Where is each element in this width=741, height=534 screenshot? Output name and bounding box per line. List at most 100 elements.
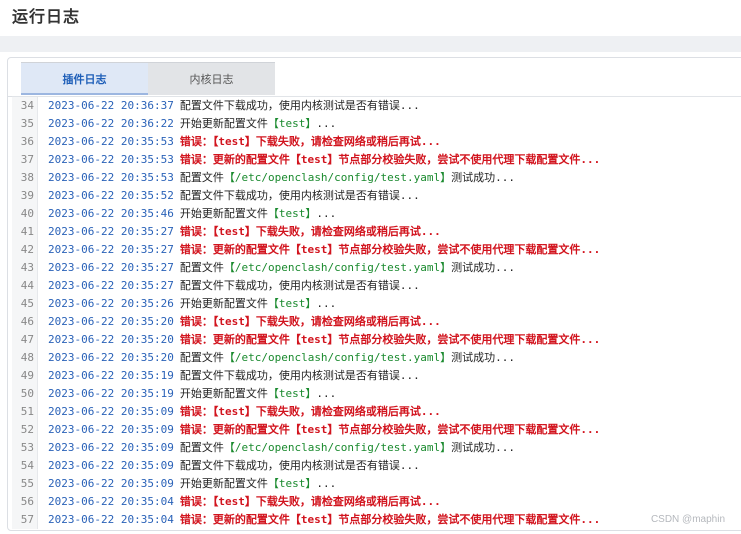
log-line: 35 2023-06-22 20:36:22 开始更新配置文件【test】... <box>12 115 741 133</box>
log-content: 2023-06-22 20:36:37 配置文件下载成功，使用内核测试是否有错误.… <box>48 97 420 115</box>
log-content: 2023-06-22 20:35:09 错误：【test】下载失败，请检查网络或稍… <box>48 403 441 421</box>
log-error-message: 错误：【test】下载失败，请检查网络或稍后再试... <box>179 495 441 508</box>
log-timestamp: 2023-06-22 20:35:09 <box>48 405 174 418</box>
log-timestamp: 2023-06-22 20:35:19 <box>48 387 174 400</box>
log-error-message: 错误：【test】下载失败，请检查网络或稍后再试... <box>179 405 441 418</box>
log-message: 配置文件下载成功，使用内核测试是否有错误... <box>179 369 420 382</box>
log-content: 2023-06-22 20:35:09 配置文件【/etc/openclash/c… <box>48 439 515 457</box>
line-number: 53 <box>12 439 38 457</box>
log-content: 2023-06-22 20:35:20 配置文件【/etc/openclash/c… <box>48 349 515 367</box>
log-error-message: 错误：更新的配置文件【test】节点部分校验失败，尝试不使用代理下载配置文件..… <box>179 423 601 436</box>
log-content: 2023-06-22 20:35:46 开始更新配置文件【test】... <box>48 205 336 223</box>
log-line: 46 2023-06-22 20:35:20 错误：【test】下载失败，请检查网络… <box>12 313 741 331</box>
log-line: 55 2023-06-22 20:35:09 开始更新配置文件【test】... <box>12 475 741 493</box>
log-timestamp: 2023-06-22 20:35:53 <box>48 135 174 148</box>
log-line: 47 2023-06-22 20:35:20 错误：更新的配置文件【test】节点部… <box>12 331 741 349</box>
log-timestamp: 2023-06-22 20:35:09 <box>48 477 174 490</box>
tab-plugin-log[interactable]: 插件日志 <box>21 62 148 95</box>
log-line: 56 2023-06-22 20:35:04 错误：【test】下载失败，请检查网络… <box>12 493 741 511</box>
line-number: 37 <box>12 151 38 169</box>
line-number: 48 <box>12 349 38 367</box>
log-message: 开始更新配置文件【test】... <box>179 477 337 490</box>
log-content: 2023-06-22 20:36:22 开始更新配置文件【test】... <box>48 115 336 133</box>
log-line: 44 2023-06-22 20:35:27 配置文件下载成功，使用内核测试是否有错… <box>12 277 741 295</box>
page-title: 运行日志 <box>12 7 81 26</box>
line-number: 51 <box>12 403 38 421</box>
line-number: 49 <box>12 367 38 385</box>
log-timestamp: 2023-06-22 20:35:27 <box>48 243 174 256</box>
log-content: 2023-06-22 20:35:09 错误：更新的配置文件【test】节点部分校… <box>48 421 600 439</box>
log-message: 配置文件下载成功，使用内核测试是否有错误... <box>179 459 420 472</box>
log-line: 43 2023-06-22 20:35:27 配置文件【/etc/openclash… <box>12 259 741 277</box>
log-error-message: 错误：【test】下载失败，请检查网络或稍后再试... <box>179 135 441 148</box>
log-message: 配置文件【/etc/openclash/config/test.yaml】测试成… <box>179 351 516 364</box>
log-timestamp: 2023-06-22 20:35:26 <box>48 297 174 310</box>
log-content: 2023-06-22 20:35:26 开始更新配置文件【test】... <box>48 295 336 313</box>
log-message: 开始更新配置文件【test】... <box>179 387 337 400</box>
log-content: 2023-06-22 20:35:27 错误：更新的配置文件【test】节点部分校… <box>48 241 600 259</box>
highlighted-token: 【test】 <box>267 387 317 400</box>
log-content: 2023-06-22 20:35:04 错误：更新的配置文件【test】节点部分校… <box>48 511 600 529</box>
log-content: 2023-06-22 20:35:53 配置文件【/etc/openclash/c… <box>48 169 515 187</box>
log-timestamp: 2023-06-22 20:35:53 <box>48 153 174 166</box>
log-timestamp: 2023-06-22 20:35:04 <box>48 513 174 526</box>
log-viewer[interactable]: 34 2023-06-22 20:36:37 配置文件下载成功，使用内核测试是否有错… <box>12 96 741 529</box>
log-message: 配置文件【/etc/openclash/config/test.yaml】测试成… <box>179 261 516 274</box>
log-error-message: 错误：【test】下载失败，请检查网络或稍后再试... <box>179 225 441 238</box>
log-line: 49 2023-06-22 20:35:19 配置文件下载成功，使用内核测试是否有错… <box>12 367 741 385</box>
highlighted-token: 【test】 <box>267 477 317 490</box>
log-line: 57 2023-06-22 20:35:04 错误：更新的配置文件【test】节点部… <box>12 511 741 529</box>
log-content: 2023-06-22 20:35:09 开始更新配置文件【test】... <box>48 475 336 493</box>
line-number: 52 <box>12 421 38 439</box>
log-content: 2023-06-22 20:35:27 配置文件下载成功，使用内核测试是否有错误.… <box>48 277 420 295</box>
log-content: 2023-06-22 20:35:52 配置文件下载成功，使用内核测试是否有错误.… <box>48 187 420 205</box>
log-timestamp: 2023-06-22 20:35:19 <box>48 369 174 382</box>
log-timestamp: 2023-06-22 20:35:20 <box>48 351 174 364</box>
line-number: 40 <box>12 205 38 223</box>
log-line: 34 2023-06-22 20:36:37 配置文件下载成功，使用内核测试是否有错… <box>12 97 741 115</box>
highlighted-token: 【/etc/openclash/config/test.yaml】 <box>223 441 452 454</box>
log-content: 2023-06-22 20:35:27 配置文件【/etc/openclash/c… <box>48 259 515 277</box>
log-line: 53 2023-06-22 20:35:09 配置文件【/etc/openclash… <box>12 439 741 457</box>
log-line: 40 2023-06-22 20:35:46 开始更新配置文件【test】... <box>12 205 741 223</box>
log-content: 2023-06-22 20:35:09 配置文件下载成功，使用内核测试是否有错误.… <box>48 457 420 475</box>
log-timestamp: 2023-06-22 20:35:52 <box>48 189 174 202</box>
log-line: 52 2023-06-22 20:35:09 错误：更新的配置文件【test】节点部… <box>12 421 741 439</box>
log-line: 39 2023-06-22 20:35:52 配置文件下载成功，使用内核测试是否有错… <box>12 187 741 205</box>
line-number: 45 <box>12 295 38 313</box>
line-number: 57 <box>12 511 38 529</box>
log-panel: 插件日志 内核日志 34 2023-06-22 20:36:37 配置文件下载成功，… <box>7 57 741 531</box>
log-content: 2023-06-22 20:35:04 错误：【test】下载失败，请检查网络或稍… <box>48 493 441 511</box>
log-line: 45 2023-06-22 20:35:26 开始更新配置文件【test】... <box>12 295 741 313</box>
log-message: 开始更新配置文件【test】... <box>179 117 337 130</box>
header-separator <box>0 36 741 52</box>
highlighted-token: 【test】 <box>267 297 317 310</box>
highlighted-token: 【/etc/openclash/config/test.yaml】 <box>223 171 452 184</box>
log-message: 配置文件下载成功，使用内核测试是否有错误... <box>179 279 420 292</box>
log-message: 配置文件下载成功，使用内核测试是否有错误... <box>179 189 420 202</box>
log-message: 配置文件【/etc/openclash/config/test.yaml】测试成… <box>179 441 516 454</box>
log-content: 2023-06-22 20:35:19 开始更新配置文件【test】... <box>48 385 336 403</box>
log-timestamp: 2023-06-22 20:35:27 <box>48 279 174 292</box>
log-line: 54 2023-06-22 20:35:09 配置文件下载成功，使用内核测试是否有错… <box>12 457 741 475</box>
line-number: 38 <box>12 169 38 187</box>
log-message: 开始更新配置文件【test】... <box>179 207 337 220</box>
log-timestamp: 2023-06-22 20:35:27 <box>48 225 174 238</box>
log-error-message: 错误：更新的配置文件【test】节点部分校验失败，尝试不使用代理下载配置文件..… <box>179 153 601 166</box>
highlighted-token: 【test】 <box>267 207 317 220</box>
line-number: 44 <box>12 277 38 295</box>
highlighted-token: 【/etc/openclash/config/test.yaml】 <box>223 261 452 274</box>
log-line: 37 2023-06-22 20:35:53 错误：更新的配置文件【test】节点部… <box>12 151 741 169</box>
tab-kernel-log[interactable]: 内核日志 <box>148 62 275 95</box>
log-line: 50 2023-06-22 20:35:19 开始更新配置文件【test】... <box>12 385 741 403</box>
line-number: 35 <box>12 115 38 133</box>
log-message: 开始更新配置文件【test】... <box>179 297 337 310</box>
line-number: 56 <box>12 493 38 511</box>
log-error-message: 错误：更新的配置文件【test】节点部分校验失败，尝试不使用代理下载配置文件..… <box>179 333 601 346</box>
log-timestamp: 2023-06-22 20:36:37 <box>48 99 174 112</box>
page-header: 运行日志 <box>0 0 741 36</box>
line-number: 46 <box>12 313 38 331</box>
highlighted-token: 【test】 <box>267 117 317 130</box>
log-line: 41 2023-06-22 20:35:27 错误：【test】下载失败，请检查网络… <box>12 223 741 241</box>
log-error-message: 错误：【test】下载失败，请检查网络或稍后再试... <box>179 315 441 328</box>
